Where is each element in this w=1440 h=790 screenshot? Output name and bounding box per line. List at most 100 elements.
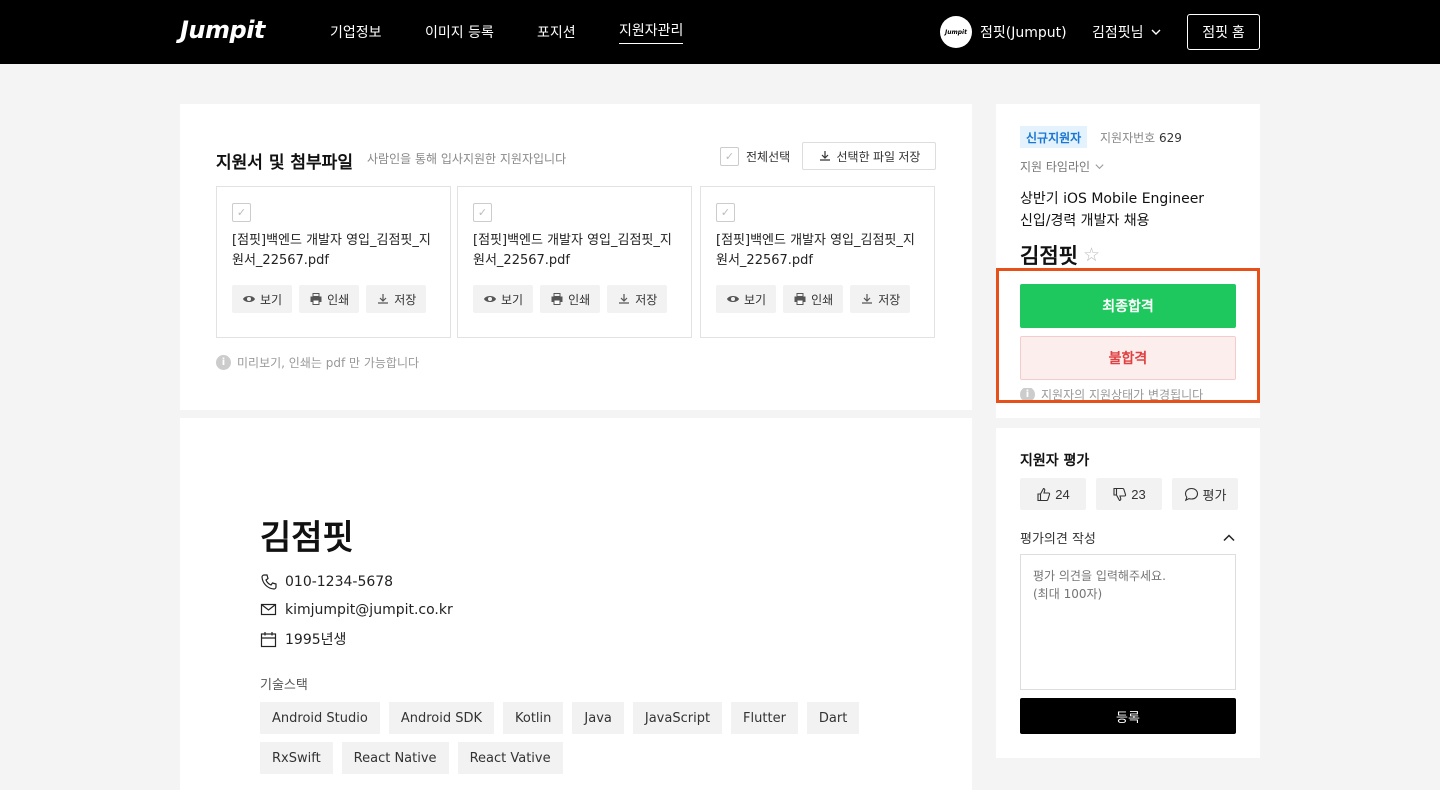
save-file-button[interactable]: 저장	[850, 285, 911, 313]
skill-tag: Java	[572, 702, 624, 734]
save-file-button[interactable]: 저장	[607, 285, 668, 313]
star-icon[interactable]: ☆	[1083, 244, 1100, 266]
file-checkbox[interactable]: ✓	[716, 203, 735, 222]
eye-icon	[484, 296, 496, 302]
opinion-input[interactable]	[1020, 554, 1236, 690]
thumbs-down-icon	[1113, 487, 1127, 501]
download-icon	[819, 151, 830, 161]
file-item: ✓ [점핏]백엔드 개발자 영입_김점핏_지원서_22567.pdf 보기 인쇄…	[457, 186, 692, 338]
save-file-button[interactable]: 저장	[366, 285, 427, 313]
view-file-button[interactable]: 보기	[232, 285, 293, 313]
company-name[interactable]: 점핏(Jumput)	[980, 0, 1067, 64]
opinion-title: 평가의견 작성	[1020, 532, 1096, 547]
chevron-down-icon	[1095, 164, 1104, 170]
company-avatar[interactable]: Jumpit	[940, 16, 972, 48]
evaluation-card: 지원자 평가 24 23 평가 평가의견 작성 등록	[996, 428, 1260, 758]
eye-icon	[727, 296, 739, 302]
opinion-header[interactable]: 평가의견 작성	[1020, 528, 1236, 547]
file-actions: 보기 인쇄 저장	[232, 285, 427, 313]
view-file-button[interactable]: 보기	[716, 285, 777, 313]
user-menu[interactable]: 김점핏님	[1092, 0, 1162, 64]
birth-row: 1995년생	[260, 629, 346, 649]
applicant-name: 김점핏	[1020, 244, 1078, 268]
download-icon	[619, 294, 630, 304]
skills-label: 기술스택	[260, 678, 308, 693]
save-selected-files-button[interactable]: 선택한 파일 저장	[802, 142, 936, 170]
print-file-button[interactable]: 인쇄	[299, 285, 360, 313]
skill-tag: React Vative	[457, 742, 563, 774]
print-label: 인쇄	[568, 292, 591, 307]
download-icon	[378, 294, 389, 304]
nav-image-upload[interactable]: 이미지 등록	[425, 0, 494, 64]
dislike-button[interactable]: 23	[1096, 478, 1162, 510]
info-icon: i	[216, 355, 231, 370]
birth-text: 1995년생	[285, 632, 347, 648]
file-checkbox[interactable]: ✓	[232, 203, 251, 222]
nav-positions-label[interactable]: 포지션	[537, 22, 576, 42]
select-all-checkbox[interactable]: ✓	[720, 147, 739, 166]
skill-tag: Kotlin	[503, 702, 564, 734]
job-title-line2: 신입/경력 개발자 채용	[1020, 213, 1150, 229]
file-item: ✓ [점핏]백엔드 개발자 영입_김점핏_지원서_22567.pdf 보기 인쇄…	[216, 186, 451, 338]
chevron-down-icon	[1151, 29, 1161, 35]
submit-opinion-button[interactable]: 등록	[1020, 698, 1236, 734]
select-all-label: 전체선택	[746, 150, 791, 164]
files-subtitle: 사람인을 통해 입사지원한 지원자입니다	[367, 152, 567, 166]
user-name: 김점핏님	[1092, 25, 1144, 41]
preview-note: i 미리보기, 인쇄는 pdf 만 가능합니다	[216, 354, 419, 371]
evaluation-buttons: 24 23 평가	[1020, 478, 1238, 510]
print-file-button[interactable]: 인쇄	[540, 285, 601, 313]
printer-icon	[551, 293, 563, 305]
applicant-number-value: 629	[1159, 131, 1182, 145]
mail-icon	[260, 603, 277, 616]
phone-text: 010-1234-5678	[285, 573, 394, 590]
skill-tag: Android SDK	[388, 702, 494, 734]
view-file-button[interactable]: 보기	[473, 285, 534, 313]
files-title: 지원서 및 첨부파일	[216, 153, 353, 173]
jumpit-home-button[interactable]: 점핏 홈	[1187, 14, 1260, 50]
like-count: 24	[1055, 486, 1070, 502]
like-button[interactable]: 24	[1020, 478, 1086, 510]
print-file-button[interactable]: 인쇄	[783, 285, 844, 313]
application-files-card: 지원서 및 첨부파일 사람인을 통해 입사지원한 지원자입니다 ✓ 전체선택 선…	[180, 104, 972, 410]
timeline-label: 지원 타임라인	[1020, 160, 1091, 174]
applicant-number: 지원자번호 629	[1100, 129, 1182, 146]
view-label: 보기	[501, 292, 524, 307]
thumbs-up-icon	[1037, 487, 1051, 501]
skill-tag: RxSwift	[260, 742, 333, 774]
file-actions: 보기 인쇄 저장	[473, 285, 668, 313]
nav-company-info-label[interactable]: 기업정보	[330, 22, 382, 42]
new-applicant-badge: 신규지원자	[1020, 126, 1088, 148]
chevron-up-icon[interactable]	[1222, 531, 1236, 545]
nav-applicant-management-label[interactable]: 지원자관리	[619, 20, 684, 44]
file-name: [점핏]백엔드 개발자 영입_김점핏_지원서_22567.pdf	[716, 233, 915, 268]
jumpit-logo[interactable]: Jumpit	[180, 16, 265, 44]
nav-image-upload-label[interactable]: 이미지 등록	[425, 22, 494, 42]
resume-name: 김점핏	[260, 518, 354, 558]
skill-tag: Flutter	[731, 702, 798, 734]
select-all[interactable]: ✓ 전체선택	[720, 147, 790, 166]
skill-tag: Android Studio	[260, 702, 380, 734]
nav-company-info[interactable]: 기업정보	[330, 0, 382, 64]
nav-positions[interactable]: 포지션	[537, 0, 576, 64]
file-name: [점핏]백엔드 개발자 영입_김점핏_지원서_22567.pdf	[473, 233, 672, 268]
final-pass-button[interactable]: 최종합격	[1020, 284, 1236, 328]
nav-applicant-management[interactable]: 지원자관리	[619, 0, 684, 64]
status-note-text: 지원자의 지원상태가 변경됩니다	[1041, 388, 1204, 400]
phone-row: 010-1234-5678	[260, 573, 393, 590]
application-timeline-toggle[interactable]: 지원 타임라인	[1020, 158, 1105, 175]
comment-label: 평가	[1202, 487, 1227, 503]
reject-button[interactable]: 불합격	[1020, 336, 1236, 380]
skill-tag: JavaScript	[632, 702, 723, 734]
skills-list: Android Studio Android SDK Kotlin Java J…	[260, 702, 860, 774]
comment-button[interactable]: 평가	[1172, 478, 1238, 510]
save-selected-label: 선택한 파일 저장	[836, 149, 921, 164]
file-checkbox[interactable]: ✓	[473, 203, 492, 222]
save-label: 저장	[635, 292, 658, 307]
printer-icon	[794, 293, 806, 305]
calendar-icon	[260, 631, 277, 647]
applicant-name-row: 김점핏 ☆	[1020, 240, 1100, 270]
applicant-status-card: 신규지원자 지원자번호 629 지원 타임라인 상반기 iOS Mobile E…	[996, 104, 1260, 418]
skill-tag: Dart	[806, 702, 860, 734]
preview-note-text: 미리보기, 인쇄는 pdf 만 가능합니다	[237, 356, 420, 370]
